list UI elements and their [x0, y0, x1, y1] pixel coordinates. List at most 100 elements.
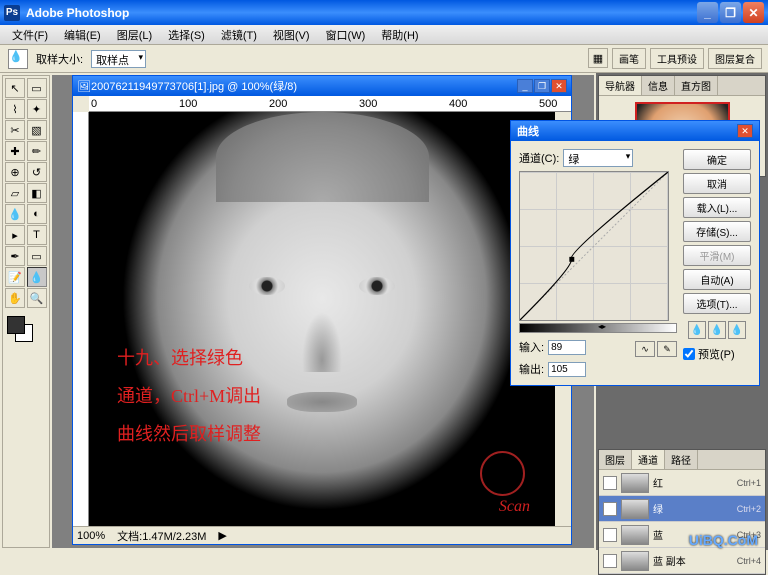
- curve-mode-icon[interactable]: ∿: [635, 341, 655, 357]
- history-brush-tool[interactable]: ↺: [27, 162, 47, 182]
- menu-window[interactable]: 窗口(W): [318, 25, 374, 45]
- channel-row[interactable]: 蓝 副本 Ctrl+4: [599, 548, 765, 574]
- menu-filter[interactable]: 滤镜(T): [213, 25, 265, 45]
- eyedropper-icon[interactable]: 💧: [8, 49, 28, 69]
- document-title: 20076211949773706[1].jpg @ 100%(绿/8): [91, 78, 517, 94]
- eraser-tool[interactable]: ▱: [5, 183, 25, 203]
- app-titlebar: Ps Adobe Photoshop _ ❐ ✕: [0, 0, 768, 25]
- load-button[interactable]: 载入(L)...: [683, 197, 751, 218]
- visibility-icon[interactable]: [603, 528, 617, 542]
- marquee-tool[interactable]: ▭: [27, 78, 47, 98]
- eyedropper-tool[interactable]: 💧: [27, 267, 47, 287]
- maximize-button[interactable]: ❐: [720, 2, 741, 23]
- heal-tool[interactable]: ✚: [5, 141, 25, 161]
- app-logo: Ps: [4, 5, 20, 21]
- visibility-icon[interactable]: 👁: [603, 502, 617, 516]
- path-tool[interactable]: ▸: [5, 225, 25, 245]
- tab-brushes[interactable]: 画笔: [612, 48, 646, 69]
- dialog-titlebar[interactable]: 曲线 ✕: [511, 121, 759, 141]
- dialog-title: 曲线: [517, 123, 737, 139]
- wand-tool[interactable]: ✦: [27, 99, 47, 119]
- tab-tool-presets[interactable]: 工具预设: [650, 48, 704, 69]
- menu-file[interactable]: 文件(F): [4, 25, 56, 45]
- color-swatches[interactable]: [5, 316, 47, 346]
- app-title: Adobe Photoshop: [26, 6, 697, 20]
- lasso-tool[interactable]: ⌇: [5, 99, 25, 119]
- channel-select[interactable]: 绿: [563, 149, 633, 167]
- tab-channels[interactable]: 通道: [632, 450, 665, 469]
- document-window: 🖼 20076211949773706[1].jpg @ 100%(绿/8) _…: [72, 75, 572, 545]
- options-button[interactable]: 选项(T)...: [683, 293, 751, 314]
- palette-toggle-icon[interactable]: ▦: [588, 48, 608, 68]
- foreground-color-swatch[interactable]: [7, 316, 25, 334]
- pencil-mode-icon[interactable]: ✎: [657, 341, 677, 357]
- visibility-icon[interactable]: [603, 476, 617, 490]
- preview-checkbox-input[interactable]: [683, 348, 695, 360]
- channel-label: 通道(C):: [519, 150, 559, 166]
- zoom-level[interactable]: 100%: [77, 530, 105, 542]
- input-label: 输入:: [519, 339, 544, 355]
- channels-list: 红 Ctrl+1 👁 绿 Ctrl+2 蓝 Ctrl+3: [599, 470, 765, 574]
- tab-navigator[interactable]: 导航器: [599, 76, 642, 95]
- tab-layers[interactable]: 图层: [599, 450, 632, 469]
- tab-layer-comps[interactable]: 图层复合: [708, 48, 762, 69]
- ok-button[interactable]: 确定: [683, 149, 751, 170]
- zoom-tool[interactable]: 🔍: [27, 288, 47, 308]
- auto-button[interactable]: 自动(A): [683, 269, 751, 290]
- pen-tool[interactable]: ✒: [5, 246, 25, 266]
- visibility-icon[interactable]: [603, 554, 617, 568]
- type-tool[interactable]: T: [27, 225, 47, 245]
- watermark: UiBQ.CoM: [689, 532, 758, 548]
- menu-edit[interactable]: 编辑(E): [56, 25, 109, 45]
- hand-tool[interactable]: ✋: [5, 288, 25, 308]
- gradient-tool[interactable]: ◧: [27, 183, 47, 203]
- output-field[interactable]: [548, 362, 586, 377]
- channel-thumbnail: [621, 551, 649, 571]
- menu-view[interactable]: 视图(V): [265, 25, 318, 45]
- white-point-eyedropper[interactable]: 💧: [728, 321, 746, 339]
- slice-tool[interactable]: ▧: [27, 120, 47, 140]
- menu-layer[interactable]: 图层(L): [109, 25, 160, 45]
- tab-info[interactable]: 信息: [642, 76, 675, 95]
- canvas[interactable]: 十九、选择绿色 通道，Ctrl+M调出 曲线然后取样调整 Scan: [89, 112, 555, 526]
- cancel-button[interactable]: 取消: [683, 173, 751, 194]
- menubar: 文件(F) 编辑(E) 图层(L) 选择(S) 滤镜(T) 视图(V) 窗口(W…: [0, 25, 768, 45]
- stamp-tool[interactable]: ⊕: [5, 162, 25, 182]
- shape-tool[interactable]: ▭: [27, 246, 47, 266]
- channel-row[interactable]: 红 Ctrl+1: [599, 470, 765, 496]
- tab-paths[interactable]: 路径: [665, 450, 698, 469]
- close-button[interactable]: ✕: [743, 2, 764, 23]
- sample-size-label: 取样大小:: [36, 51, 83, 67]
- document-statusbar: 100% 文档:1.47M/2.23M ▶: [73, 526, 571, 544]
- sample-size-select[interactable]: 取样点: [91, 50, 146, 68]
- horizontal-ruler: 0 100 200 300 400 500: [89, 96, 571, 112]
- gray-point-eyedropper[interactable]: 💧: [708, 321, 726, 339]
- gradient-bar[interactable]: ◂▸: [519, 323, 677, 333]
- document-titlebar[interactable]: 🖼 20076211949773706[1].jpg @ 100%(绿/8) _…: [73, 76, 571, 96]
- dodge-tool[interactable]: ◐: [27, 204, 47, 224]
- black-point-eyedropper[interactable]: 💧: [688, 321, 706, 339]
- input-field[interactable]: [548, 340, 586, 355]
- brush-tool[interactable]: ✏: [27, 141, 47, 161]
- curves-dialog[interactable]: 曲线 ✕ 通道(C): 绿 ◂▸ 输入: ∿: [510, 120, 760, 386]
- tab-histogram[interactable]: 直方图: [675, 76, 718, 95]
- doc-maximize-button[interactable]: ❐: [534, 79, 550, 93]
- curves-graph[interactable]: [519, 171, 669, 321]
- annotation-line1: 十九、选择绿色: [117, 342, 243, 374]
- dialog-close-button[interactable]: ✕: [737, 124, 753, 138]
- save-button[interactable]: 存储(S)...: [683, 221, 751, 242]
- doc-close-button[interactable]: ✕: [551, 79, 567, 93]
- blur-tool[interactable]: 💧: [5, 204, 25, 224]
- notes-tool[interactable]: 📝: [5, 267, 25, 287]
- move-tool[interactable]: ↖: [5, 78, 25, 98]
- menu-help[interactable]: 帮助(H): [373, 25, 426, 45]
- crop-tool[interactable]: ✂: [5, 120, 25, 140]
- preview-checkbox[interactable]: 预览(P): [683, 346, 751, 362]
- channel-row[interactable]: 👁 绿 Ctrl+2: [599, 496, 765, 522]
- smooth-button: 平滑(M): [683, 245, 751, 266]
- minimize-button[interactable]: _: [697, 2, 718, 23]
- status-arrow-icon[interactable]: ▶: [218, 529, 226, 542]
- menu-select[interactable]: 选择(S): [160, 25, 213, 45]
- channel-thumbnail: [621, 499, 649, 519]
- doc-minimize-button[interactable]: _: [517, 79, 533, 93]
